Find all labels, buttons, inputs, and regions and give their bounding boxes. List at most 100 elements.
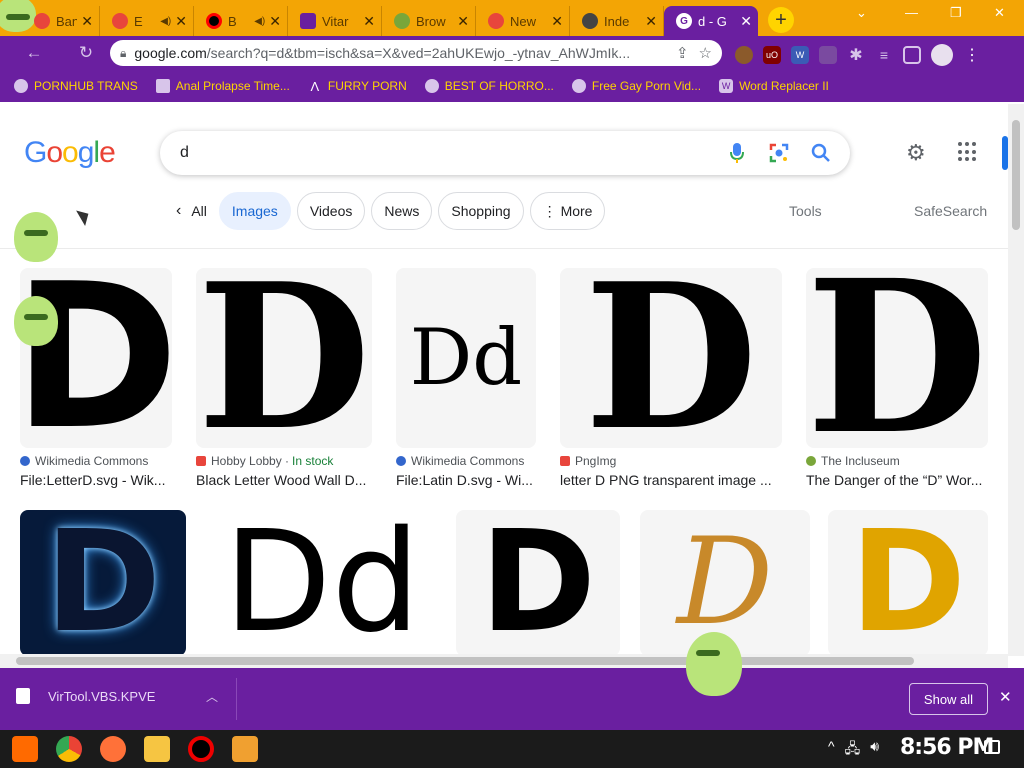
bookmark-4[interactable]: BEST OF HORRO... [424,79,554,93]
google-logo[interactable]: Google [24,136,116,170]
close-icon[interactable]: ✕ [81,13,93,30]
result-thumbnail[interactable]: D [20,268,172,448]
result-source: PngImg [560,454,780,468]
firefox-icon[interactable] [100,736,126,762]
image-result[interactable]: D [456,510,620,656]
extension-icon[interactable]: W [791,46,809,64]
restore-icon[interactable]: ❐ [950,5,962,21]
bookmark-2[interactable]: Anal Prolapse Time... [155,79,290,93]
result-thumbnail[interactable]: Dd [396,268,536,448]
reload-icon[interactable]: ↻ [72,43,100,63]
record-icon[interactable] [188,736,214,762]
network-icon[interactable]: 🖧︎ [845,738,861,762]
chevron-down-icon[interactable]: ⌄ [856,5,867,21]
tab-1[interactable]: Bandi ✕ [22,6,100,36]
start-button-icon[interactable] [12,736,38,762]
result-thumbnail[interactable]: D [456,510,620,656]
result-thumbnail[interactable]: D [20,510,186,656]
show-all-button[interactable]: Show all [909,683,988,715]
volume-icon[interactable]: 🔊︎ [870,738,879,762]
result-title[interactable]: The Danger of the “D” Wor... [806,472,988,488]
extension-icon[interactable] [819,46,837,64]
chip-videos[interactable]: Videos [296,192,366,230]
horizontal-scrollbar[interactable] [0,654,1008,668]
image-result[interactable]: D [828,510,988,656]
taskbar-clock[interactable]: 8:56 PM [900,735,994,760]
menu-kebab-icon[interactable]: ⋮ [963,46,981,64]
back-to-all-chip[interactable]: ‹ All [170,192,213,230]
result-title[interactable]: File:Latin D.svg - Wi... [396,472,536,488]
close-icon[interactable]: ✕ [740,13,752,30]
chip-more[interactable]: ⋮ More [529,192,606,230]
notification-icon[interactable] [984,740,1000,754]
result-thumbnail[interactable]: D [828,510,988,656]
result-title[interactable]: Black Letter Wood Wall D... [196,472,372,488]
profile-avatar[interactable] [931,44,953,66]
chevron-up-icon[interactable]: ^ [828,738,835,762]
result-thumbnail[interactable]: D [196,268,372,448]
result-thumbnail[interactable]: D [560,268,782,448]
ublock-icon[interactable]: uO [763,46,781,64]
search-icon[interactable] [810,142,832,164]
tab-5[interactable]: Brow ✕ [382,6,476,36]
microphone-icon[interactable] [726,142,748,164]
safesearch-button[interactable]: SafeSearch [914,203,987,219]
tab-8-active[interactable]: G d - G ✕ [664,6,758,36]
sidepanel-icon[interactable] [903,46,921,64]
download-item[interactable]: VirTool.VBS.KPVE [16,688,155,704]
chip-images[interactable]: Images [218,192,291,230]
address-bar[interactable]: 🔒︎ google.com/search?q=d&tbm=isch&sa=X&v… [110,40,722,66]
tab-3[interactable]: B ◀) ✕ [194,6,288,36]
bookmark-3[interactable]: Λ FURRY PORN [308,79,407,94]
vertical-scroll-thumb[interactable] [1012,120,1020,230]
result-source: Wikimedia Commons [20,454,170,468]
media-player-icon[interactable] [232,736,258,762]
tools-button[interactable]: Tools [789,203,822,219]
window-close-icon[interactable]: ✕ [994,5,1005,21]
close-icon[interactable]: ✕ [363,13,375,30]
result-title[interactable]: File:LetterD.svg - Wik... [20,472,170,488]
media-icon[interactable]: ≡ [875,46,893,64]
close-icon[interactable]: ✕ [551,13,563,30]
image-result[interactable]: Dd [206,510,438,656]
file-explorer-icon[interactable] [144,736,170,762]
image-result[interactable]: D Hobby Lobby · In stock Black Letter Woo… [196,268,372,488]
result-title[interactable]: letter D PNG transparent image ... [560,472,780,488]
back-icon[interactable]: ← [20,43,48,63]
lens-camera-icon[interactable] [768,142,790,164]
close-icon[interactable]: ✕ [175,13,187,30]
bookmark-1[interactable]: PORNHUB TRANS [14,79,138,93]
extension-icon[interactable] [735,46,753,64]
result-thumbnail[interactable]: Dd [206,510,438,656]
share-icon[interactable]: ⇪ [676,44,689,62]
chip-news[interactable]: News [371,192,433,230]
horizontal-scroll-thumb[interactable] [16,657,914,665]
google-apps-icon[interactable] [958,142,978,162]
tab-2[interactable]: E ◀) ✕ [100,6,194,36]
close-icon[interactable]: ✕ [999,688,1012,706]
search-input[interactable]: d [180,144,706,162]
bookmark-5[interactable]: Free Gay Porn Vid... [571,79,701,93]
tab-4[interactable]: Vitar ✕ [288,6,382,36]
tab-6[interactable]: New ✕ [476,6,570,36]
bookmark-star-icon[interactable]: ☆ [699,44,712,62]
tab-7[interactable]: Inde ✕ [570,6,664,36]
new-tab-button[interactable]: + [768,7,794,33]
close-icon[interactable]: ✕ [269,13,281,30]
puzzle-icon[interactable]: ✱ [847,46,865,64]
chrome-icon[interactable] [56,736,82,762]
settings-gear-icon[interactable]: ⚙ [906,140,926,166]
minimize-icon[interactable]: — [905,5,918,20]
image-result[interactable]: D PngImg letter D PNG transparent image … [560,268,782,488]
image-result[interactable]: D [20,510,186,656]
image-result[interactable]: Dd Wikimedia Commons File:Latin D.svg - … [396,268,536,488]
search-box[interactable]: d [160,131,850,175]
image-result[interactable]: D The Incluseum The Danger of the “D” Wo… [806,268,988,488]
vertical-scrollbar[interactable] [1008,104,1024,656]
close-icon[interactable]: ✕ [645,13,657,30]
bookmark-6[interactable]: W Word Replacer II [719,79,829,93]
chevron-up-icon[interactable]: ︿ [206,688,218,705]
chip-shopping[interactable]: Shopping [438,192,524,230]
close-icon[interactable]: ✕ [457,13,469,30]
result-thumbnail[interactable]: D [806,268,988,448]
